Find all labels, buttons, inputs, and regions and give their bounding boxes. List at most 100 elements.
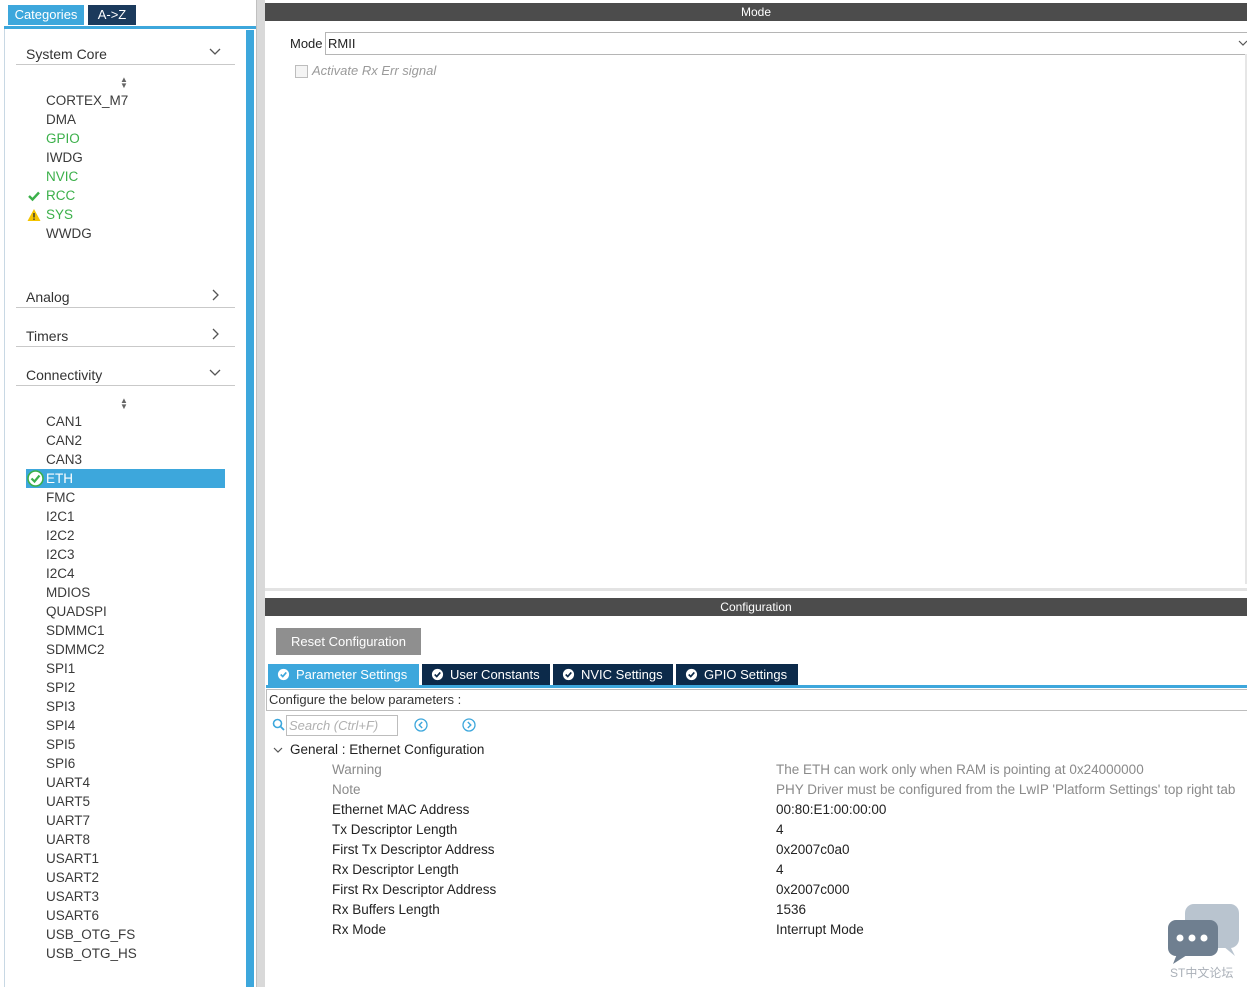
check-circle-icon xyxy=(431,668,444,681)
tab-user-constants[interactable]: User Constants xyxy=(422,664,550,685)
peripheral-item[interactable]: USART2 xyxy=(46,869,99,887)
parameter-name: Warning xyxy=(332,762,382,777)
chevron-down-icon xyxy=(209,48,221,55)
check-circle-icon xyxy=(562,668,575,681)
reset-configuration-button[interactable]: Reset Configuration xyxy=(276,628,421,655)
search-input[interactable]: Search (Ctrl+F) xyxy=(286,715,398,736)
tab-label: NVIC Settings xyxy=(581,667,663,682)
left-panel: Categories A->Z System Core ▲ ▼ CORTEX_M7… xyxy=(0,0,258,987)
parameter-value: PHY Driver must be configured from the L… xyxy=(776,782,1236,797)
pane-splitter[interactable] xyxy=(265,588,1247,591)
panel-splitter[interactable] xyxy=(256,0,265,987)
peripheral-item[interactable]: CAN1 xyxy=(46,413,82,431)
parameter-value[interactable]: 4 xyxy=(776,862,784,877)
tab-label: Parameter Settings xyxy=(296,667,408,682)
section-label: System Core xyxy=(26,46,107,62)
peripheral-item[interactable]: SDMMC1 xyxy=(46,622,105,640)
peripheral-item[interactable]: QUADSPI xyxy=(46,603,107,621)
next-match-icon[interactable] xyxy=(462,718,476,732)
configure-banner: Configure the below parameters : xyxy=(266,689,1247,711)
parameter-name: Note xyxy=(332,782,361,797)
tab-a-z[interactable]: A->Z xyxy=(88,5,136,25)
left-scrollbar[interactable] xyxy=(246,30,254,987)
chevron-down-icon xyxy=(209,369,221,376)
parameter-name: Rx Descriptor Length xyxy=(332,862,459,877)
parameter-value[interactable]: Interrupt Mode xyxy=(776,922,864,937)
configuration-header: Configuration xyxy=(265,598,1247,616)
parameter-value[interactable]: 00:80:E1:00:00:00 xyxy=(776,802,886,817)
peripheral-item[interactable]: UART5 xyxy=(46,793,90,811)
search-icon[interactable] xyxy=(272,718,285,731)
peripheral-item[interactable]: USB_OTG_HS xyxy=(46,945,137,963)
chevron-right-icon xyxy=(212,328,219,340)
watermark-text: ST中文论坛 xyxy=(1170,966,1234,980)
parameter-value[interactable]: 0x2007c0a0 xyxy=(776,842,850,857)
section-timers[interactable]: Timers xyxy=(16,324,235,347)
parameter-value[interactable]: 0x2007c000 xyxy=(776,882,850,897)
peripheral-item[interactable]: GPIO xyxy=(46,130,80,148)
mode-value: RMII xyxy=(328,36,356,51)
sort-icon[interactable]: ▲ ▼ xyxy=(118,76,130,90)
parameter-name: First Tx Descriptor Address xyxy=(332,842,495,857)
parameter-value[interactable]: 1536 xyxy=(776,902,806,917)
parameter-name: Ethernet MAC Address xyxy=(332,802,470,817)
section-analog[interactable]: Analog xyxy=(16,285,235,308)
peripheral-item[interactable]: UART8 xyxy=(46,831,90,849)
mode-select[interactable]: RMII xyxy=(325,32,1247,55)
peripheral-item[interactable]: SPI2 xyxy=(46,679,75,697)
parameter-name: First Rx Descriptor Address xyxy=(332,882,497,897)
sort-icon[interactable]: ▲ ▼ xyxy=(118,397,130,411)
peripheral-item[interactable]: USART3 xyxy=(46,888,99,906)
chevron-down-icon[interactable] xyxy=(272,744,284,756)
peripheral-item[interactable]: SPI1 xyxy=(46,660,75,678)
peripheral-item[interactable]: CAN2 xyxy=(46,432,82,450)
peripheral-item[interactable]: USB_OTG_FS xyxy=(46,926,135,944)
peripheral-item[interactable]: UART4 xyxy=(46,774,90,792)
peripheral-item[interactable]: I2C1 xyxy=(46,508,75,526)
check-circle-icon xyxy=(277,668,290,681)
peripheral-item[interactable]: SPI3 xyxy=(46,698,75,716)
tab-parameter-settings[interactable]: Parameter Settings xyxy=(268,664,419,685)
peripheral-item[interactable]: RCC xyxy=(46,187,75,205)
peripheral-item[interactable]: DMA xyxy=(46,111,76,129)
activate-rx-err-checkbox[interactable] xyxy=(295,65,308,78)
peripheral-item[interactable]: USART6 xyxy=(46,907,99,925)
peripheral-item[interactable]: I2C4 xyxy=(46,565,75,583)
tab-categories[interactable]: Categories xyxy=(8,5,84,25)
peripheral-item[interactable]: SPI4 xyxy=(46,717,75,735)
left-panel-border xyxy=(4,26,5,987)
peripheral-item[interactable]: I2C2 xyxy=(46,527,75,545)
parameter-name: Rx Mode xyxy=(332,922,387,937)
warning-icon xyxy=(27,209,41,221)
peripheral-item[interactable]: USART1 xyxy=(46,850,99,868)
tab-nvic-settings[interactable]: NVIC Settings xyxy=(553,664,673,685)
check-circle-icon xyxy=(27,470,44,487)
peripheral-item[interactable]: SDMMC2 xyxy=(46,641,105,659)
peripheral-item[interactable]: NVIC xyxy=(46,168,78,186)
peripheral-item[interactable]: WWDG xyxy=(46,225,92,243)
section-system-core[interactable]: System Core xyxy=(16,42,235,65)
mode-header: Mode xyxy=(265,3,1247,21)
peripheral-item[interactable]: UART7 xyxy=(46,812,90,830)
peripheral-item[interactable]: CAN3 xyxy=(46,451,82,469)
check-circle-icon xyxy=(685,668,698,681)
peripheral-item[interactable]: I2C3 xyxy=(46,546,75,564)
search-placeholder: Search (Ctrl+F) xyxy=(289,718,379,733)
peripheral-item[interactable]: MDIOS xyxy=(46,584,90,602)
chevron-down-icon xyxy=(1238,40,1247,46)
parameter-value[interactable]: 4 xyxy=(776,822,784,837)
peripheral-item[interactable]: SPI6 xyxy=(46,755,75,773)
previous-match-icon[interactable] xyxy=(414,718,428,732)
peripheral-item[interactable]: SYS xyxy=(46,206,73,224)
activate-rx-err-label: Activate Rx Err signal xyxy=(312,63,437,78)
peripheral-item-selected[interactable]: ETH xyxy=(26,469,225,488)
section-label: Connectivity xyxy=(26,367,103,383)
tab-label: User Constants xyxy=(450,667,540,682)
section-connectivity[interactable]: Connectivity xyxy=(16,363,235,386)
peripheral-item[interactable]: SPI5 xyxy=(46,736,75,754)
peripheral-item[interactable]: FMC xyxy=(46,489,75,507)
mode-label: Mode xyxy=(290,36,323,51)
peripheral-item[interactable]: IWDG xyxy=(46,149,83,167)
tab-gpio-settings[interactable]: GPIO Settings xyxy=(676,664,798,685)
peripheral-item[interactable]: CORTEX_M7 xyxy=(46,92,128,110)
